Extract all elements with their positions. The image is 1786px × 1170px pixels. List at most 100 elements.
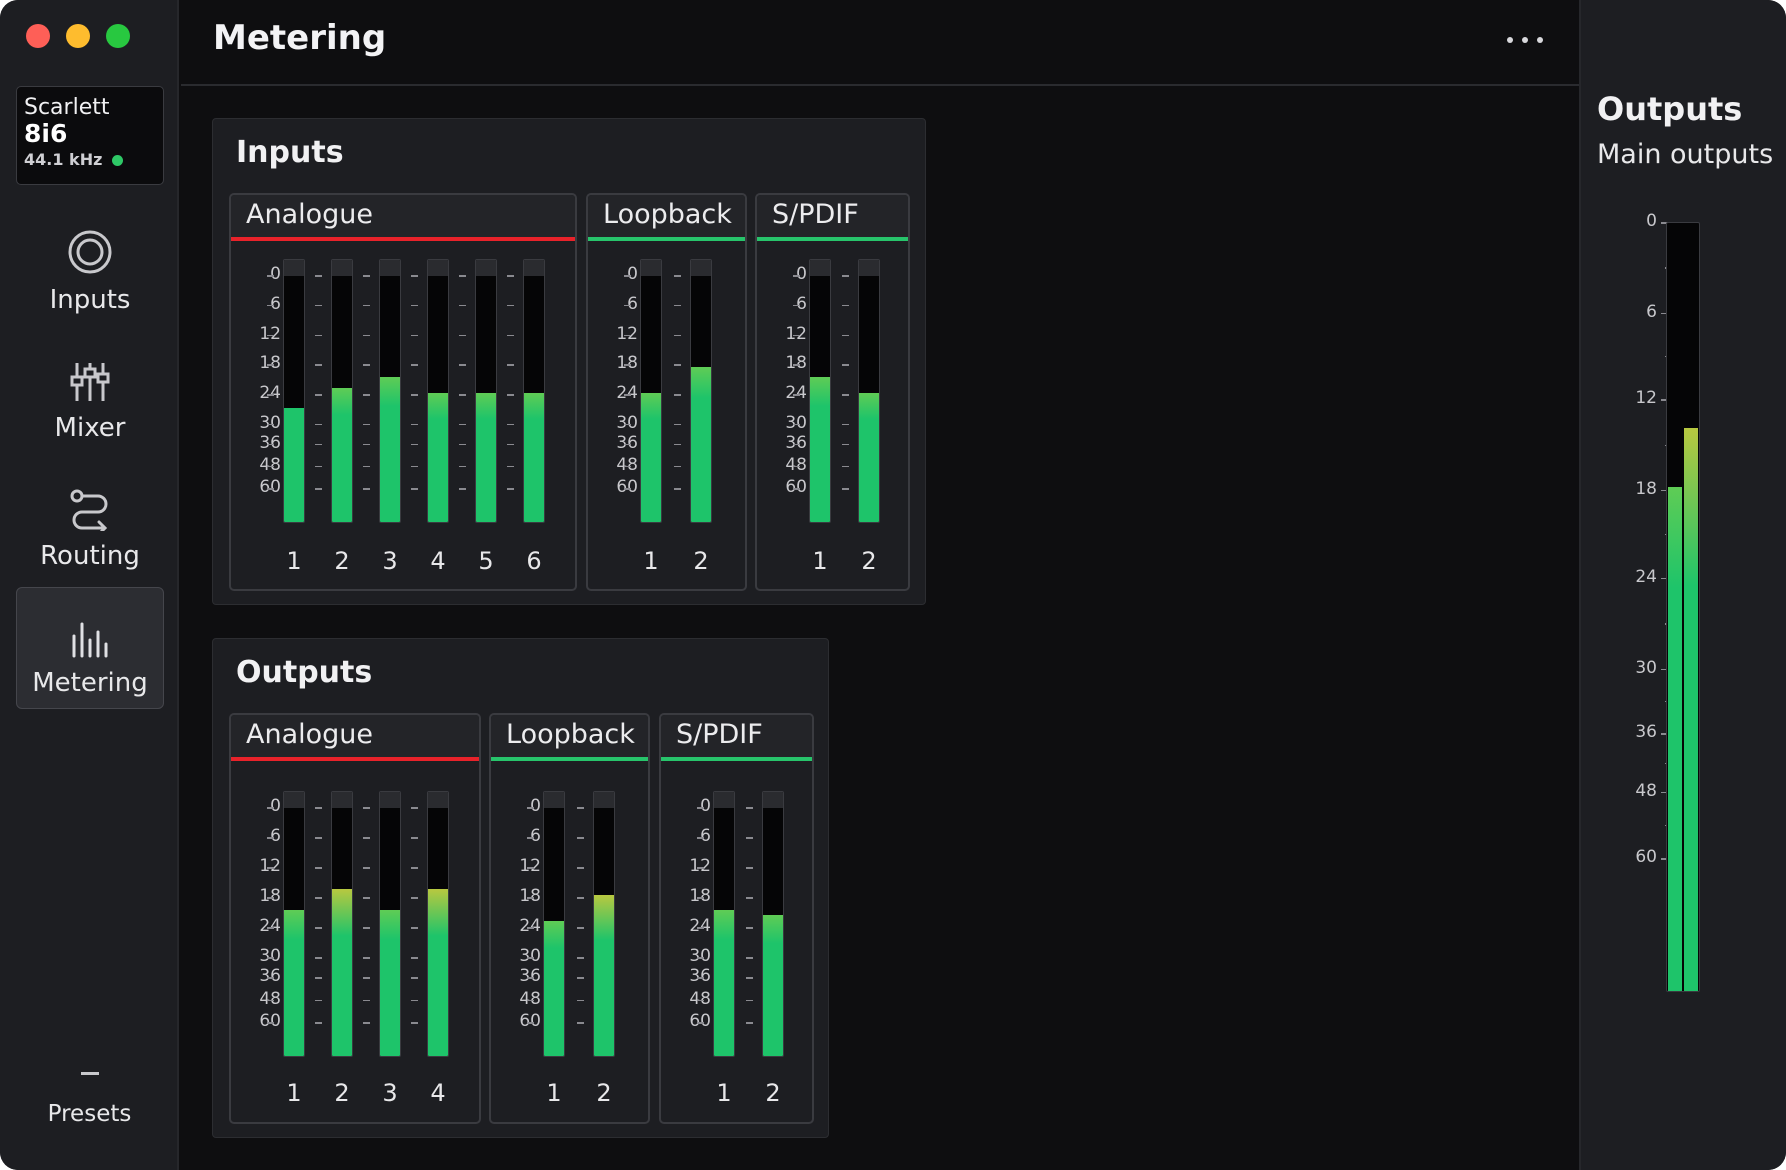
scale-tick <box>459 443 466 446</box>
main-output-level-fill-2 <box>1684 427 1698 991</box>
scale-tick <box>267 465 274 468</box>
scale-tick <box>267 1022 274 1024</box>
scale-label: 30 <box>259 412 281 433</box>
scale-tick <box>624 364 631 366</box>
nav-item-inputs[interactable]: Inputs <box>16 205 164 327</box>
meter-group-header[interactable]: Loopback <box>491 715 648 761</box>
meter-group-header[interactable]: Loopback <box>588 195 745 241</box>
scale-tick <box>842 334 849 337</box>
scale-tick <box>459 334 466 337</box>
scale-tick <box>267 837 274 839</box>
scale-tick <box>315 1022 322 1024</box>
scale-tick <box>624 334 631 337</box>
clip-indicator <box>380 260 400 276</box>
scale-tick <box>267 488 274 490</box>
scale-tick <box>315 304 322 307</box>
scale-tick <box>577 867 584 869</box>
channel-number: 3 <box>382 1079 398 1107</box>
scale-tick <box>411 867 418 869</box>
close-window-button[interactable] <box>26 24 50 48</box>
scale-label: 24 <box>259 916 281 936</box>
scale-tick <box>267 304 274 307</box>
scale-label: 36 <box>785 432 807 453</box>
device-card[interactable]: Scarlett 8i6 44.1 kHz <box>16 86 164 185</box>
scale-tick <box>363 304 370 307</box>
meter-level-fill <box>332 387 352 522</box>
meter-group-header[interactable]: S/PDIF <box>757 195 908 241</box>
minimize-window-button[interactable] <box>66 24 90 48</box>
scale-tick <box>697 927 704 929</box>
channel-number: 4 <box>430 1079 446 1107</box>
scale-label: 6 <box>270 826 281 846</box>
meter-group-accent-line <box>491 757 648 761</box>
nav-item-mixer[interactable]: Mixer <box>16 333 164 455</box>
more-options-icon[interactable] <box>1507 28 1543 52</box>
scale-tick <box>315 275 322 277</box>
scale-tick <box>624 394 631 396</box>
scale-label: 24 <box>616 383 638 404</box>
scale-label: 0 <box>270 796 281 816</box>
scale-label: 30 <box>519 946 541 966</box>
scale-label: 30 <box>259 946 281 966</box>
scale-label: 36 <box>689 966 711 986</box>
scale-tick <box>793 275 800 277</box>
meter-level-fill <box>714 910 734 1056</box>
clip-indicator <box>594 792 614 808</box>
scale-tick <box>624 465 631 468</box>
scale-tick <box>315 364 322 366</box>
meter-level-fill <box>641 392 661 522</box>
meter-level-fill <box>810 377 830 522</box>
scale-tick <box>624 304 631 307</box>
scale-tick <box>674 465 681 468</box>
clip-indicator <box>544 792 564 808</box>
scale-label: 6 <box>700 826 711 846</box>
scale-tick <box>674 423 681 426</box>
scale-tick <box>746 957 753 959</box>
scale-tick <box>459 423 466 426</box>
meter-group-header[interactable]: Analogue <box>231 195 575 241</box>
scale-tick <box>577 897 584 899</box>
presets-button[interactable]: Presets <box>0 1072 179 1127</box>
scale-tick <box>411 977 418 979</box>
scale-tick <box>624 275 631 277</box>
scale-tick <box>411 394 418 396</box>
clip-indicator <box>380 792 400 808</box>
scale-label: 30 <box>785 412 807 433</box>
nav-item-metering[interactable]: Metering <box>16 587 164 709</box>
scale-tick <box>411 1022 418 1024</box>
scale-label: 24 <box>785 383 807 404</box>
scale-tick <box>507 394 514 396</box>
app-window: Scarlett 8i6 44.1 kHz Inputs Mixer Routi… <box>0 0 1786 1170</box>
nav-label: Inputs <box>49 285 131 315</box>
scale-tick <box>697 897 704 899</box>
meter-level-fill <box>332 889 352 1056</box>
scale-label: 30 <box>689 946 711 966</box>
scale-tick <box>746 897 753 899</box>
meter-group-header[interactable]: S/PDIF <box>661 715 812 761</box>
scale-label: 0 <box>796 264 807 284</box>
channel-number: 2 <box>596 1079 612 1107</box>
level-meter-channel-2 <box>331 791 353 1057</box>
meter-level-fill <box>428 889 448 1056</box>
scale-tick <box>674 394 681 396</box>
scale-label: 18 <box>259 886 281 906</box>
scale-tick <box>315 867 322 869</box>
meter-group-header[interactable]: Analogue <box>231 715 479 761</box>
clip-indicator <box>524 260 544 276</box>
scale-tick <box>267 977 274 979</box>
outputs-panel: Outputs Analogue 0 6 12 18 24 30 36 48 60 1 2 3 4 Loop… <box>212 638 829 1138</box>
scale-tick <box>411 837 418 839</box>
scale-tick <box>697 957 704 959</box>
scale-label: 36 <box>519 966 541 986</box>
meter-level-fill <box>544 920 564 1056</box>
main-outputs-panel: Outputs Main outputs 0 6 12 18 24 30 36 48 60 <box>1579 0 1786 1170</box>
scale-tick <box>674 304 681 307</box>
scale-tick <box>507 275 514 277</box>
meter-level-fill <box>380 910 400 1056</box>
scale-tick <box>527 867 534 869</box>
zoom-window-button[interactable] <box>106 24 130 48</box>
nav-item-routing[interactable]: Routing <box>16 461 164 583</box>
scale-tick <box>363 394 370 396</box>
scale-tick <box>674 443 681 446</box>
main-scale-label: 12 <box>1635 388 1657 409</box>
